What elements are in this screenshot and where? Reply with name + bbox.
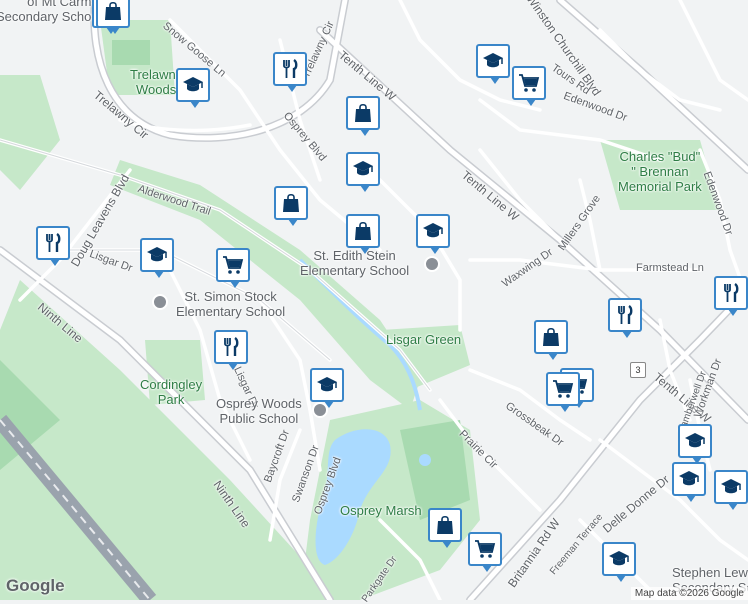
map-marker-restaurant[interactable] [36,226,70,266]
school-icon [481,49,505,73]
park-track [112,40,150,65]
map-marker-shopping-bag[interactable] [96,0,130,34]
place-label-mt-carmel: of Mt Carmel Secondary School [0,0,102,24]
shopping-bag-icon [433,513,457,537]
map-marker-shopping-cart[interactable] [546,372,580,412]
shopping-cart-icon [551,377,575,401]
map-marker-restaurant[interactable] [714,276,748,316]
school-icon [421,219,445,243]
restaurant-icon [719,281,743,305]
street-label-farmstead-ln: Farmstead Ln [636,262,704,274]
park-label-lisgar-green: Lisgar Green [386,332,462,347]
school-icon [351,157,375,181]
school-icon [315,373,339,397]
restaurant-icon [219,335,243,359]
shopping-bag-icon [351,219,375,243]
google-logo: Google [6,576,65,595]
shopping-bag-icon [279,191,303,215]
map-marker-shopping-cart[interactable] [468,532,502,572]
map-marker-school[interactable] [416,214,450,254]
school-icon [607,547,631,571]
map-marker-school[interactable] [714,470,748,510]
map-marker-shopping-bag[interactable] [346,214,380,254]
school-icon [719,475,743,499]
map-marker-school[interactable] [672,462,706,502]
map-marker-school[interactable] [310,368,344,408]
map-marker-school[interactable] [476,44,510,84]
park-label-charles-brennan: Charles "Bud" " Brennan Memorial Park [618,149,702,194]
school-icon [145,243,169,267]
map-attribution[interactable]: Map data ©2026 Google [630,587,748,600]
map-marker-shopping-bag[interactable] [346,96,380,136]
shopping-cart-icon [473,537,497,561]
map-marker-restaurant[interactable] [214,330,248,370]
park-label-cordingley-park: Cordingley Park [140,377,203,407]
place-label-st-simon-stock: St. Simon Stock Elementary School [176,289,286,319]
map-marker-shopping-bag[interactable] [274,186,308,226]
route-shield-3: 3 [630,362,646,378]
school-icon [181,73,205,97]
school-icon [677,467,701,491]
school-poi-icon[interactable] [424,256,440,272]
map-marker-school[interactable] [678,424,712,464]
park-label-trelawny-woods: Trelawny Woods [130,67,183,97]
shopping-cart-icon [221,253,245,277]
shopping-bag-icon [539,325,563,349]
map-marker-school[interactable] [140,238,174,278]
map-marker-shopping-bag[interactable] [428,508,462,548]
shopping-cart-icon [517,71,541,95]
map-marker-shopping-bag[interactable] [534,320,568,360]
map-marker-school[interactable] [602,542,636,582]
map-marker-restaurant[interactable] [608,298,642,338]
shopping-bag-icon [101,0,125,23]
restaurant-icon [613,303,637,327]
school-poi-icon[interactable] [152,294,168,310]
place-label-st-edith-stein: St. Edith Stein Elementary School [300,248,410,278]
map-marker-school[interactable] [346,152,380,192]
restaurant-icon [41,231,65,255]
school-icon [683,429,707,453]
park-label-osprey-marsh: Osprey Marsh [340,503,422,518]
shopping-bag-icon [351,101,375,125]
map-marker-school[interactable] [176,68,210,108]
place-label-osprey-woods: Osprey Woods Public School [216,396,302,426]
map-marker-shopping-cart[interactable] [216,248,250,288]
map-marker-shopping-cart[interactable] [512,66,546,106]
restaurant-icon [278,57,302,81]
park-left-strip [0,75,60,190]
map-marker-restaurant[interactable] [273,52,307,92]
